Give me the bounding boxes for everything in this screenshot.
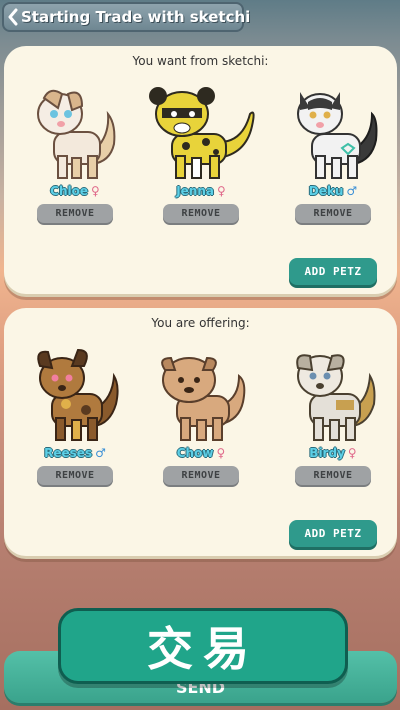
pet-name: Birdy bbox=[309, 446, 345, 460]
pet-card-reeses[interactable]: Reeses ♂ REMOVE bbox=[20, 346, 130, 485]
female-icon: ♀ bbox=[216, 446, 226, 460]
remove-button-jenna[interactable]: REMOVE bbox=[163, 204, 239, 223]
remove-button-reeses[interactable]: REMOVE bbox=[37, 466, 113, 485]
female-icon: ♀ bbox=[347, 446, 357, 460]
female-icon: ♀ bbox=[91, 184, 100, 198]
pet-card-birdy[interactable]: Birdy ♀ REMOVE bbox=[278, 346, 388, 485]
pet-image-chloe bbox=[37, 89, 116, 179]
add-petz-button-want[interactable]: ADD PETZ bbox=[289, 258, 377, 285]
male-icon: ♂ bbox=[346, 184, 358, 198]
pet-name: Chow bbox=[176, 446, 214, 460]
pet-image-reeses bbox=[37, 348, 119, 441]
pet-image-chow bbox=[161, 356, 246, 441]
pet-card-chloe[interactable]: Chloe ♀ REMOVE bbox=[20, 84, 130, 223]
remove-button-birdy[interactable]: REMOVE bbox=[295, 466, 371, 485]
pet-name: Reeses bbox=[44, 446, 93, 460]
pet-image-jenna bbox=[149, 87, 255, 179]
remove-button-chow[interactable]: REMOVE bbox=[163, 466, 239, 485]
male-icon: ♂ bbox=[95, 446, 106, 460]
chevron-left-icon[interactable] bbox=[7, 4, 19, 30]
add-petz-button-offer[interactable]: ADD PETZ bbox=[289, 520, 377, 547]
offer-panel: You are offering: Reeses ♂ REMOVE Chow ♀… bbox=[4, 308, 397, 556]
pet-name: Deku bbox=[308, 184, 344, 198]
pet-name: Chloe bbox=[50, 184, 89, 198]
want-heading: You want from sketchi: bbox=[132, 54, 269, 68]
pet-image-birdy bbox=[296, 354, 376, 441]
pet-card-jenna[interactable]: Jenna ♀ REMOVE bbox=[146, 84, 256, 223]
want-panel: You want from sketchi: Chloe ♀ REMOVE Je… bbox=[4, 46, 397, 294]
pet-name: Jenna bbox=[176, 184, 214, 198]
title-bar: Starting Trade with sketchi bbox=[2, 2, 250, 32]
trade-overlay-banner: 交易 bbox=[58, 608, 348, 684]
remove-button-chloe[interactable]: REMOVE bbox=[37, 204, 113, 223]
pet-image-deku bbox=[297, 92, 378, 179]
offer-heading: You are offering: bbox=[151, 316, 250, 330]
pet-card-deku[interactable]: Deku ♂ REMOVE bbox=[278, 84, 388, 223]
remove-button-deku[interactable]: REMOVE bbox=[295, 204, 371, 223]
pet-card-chow[interactable]: Chow ♀ REMOVE bbox=[146, 346, 256, 485]
female-icon: ♀ bbox=[217, 184, 226, 198]
page-title: Starting Trade with sketchi bbox=[21, 8, 251, 26]
